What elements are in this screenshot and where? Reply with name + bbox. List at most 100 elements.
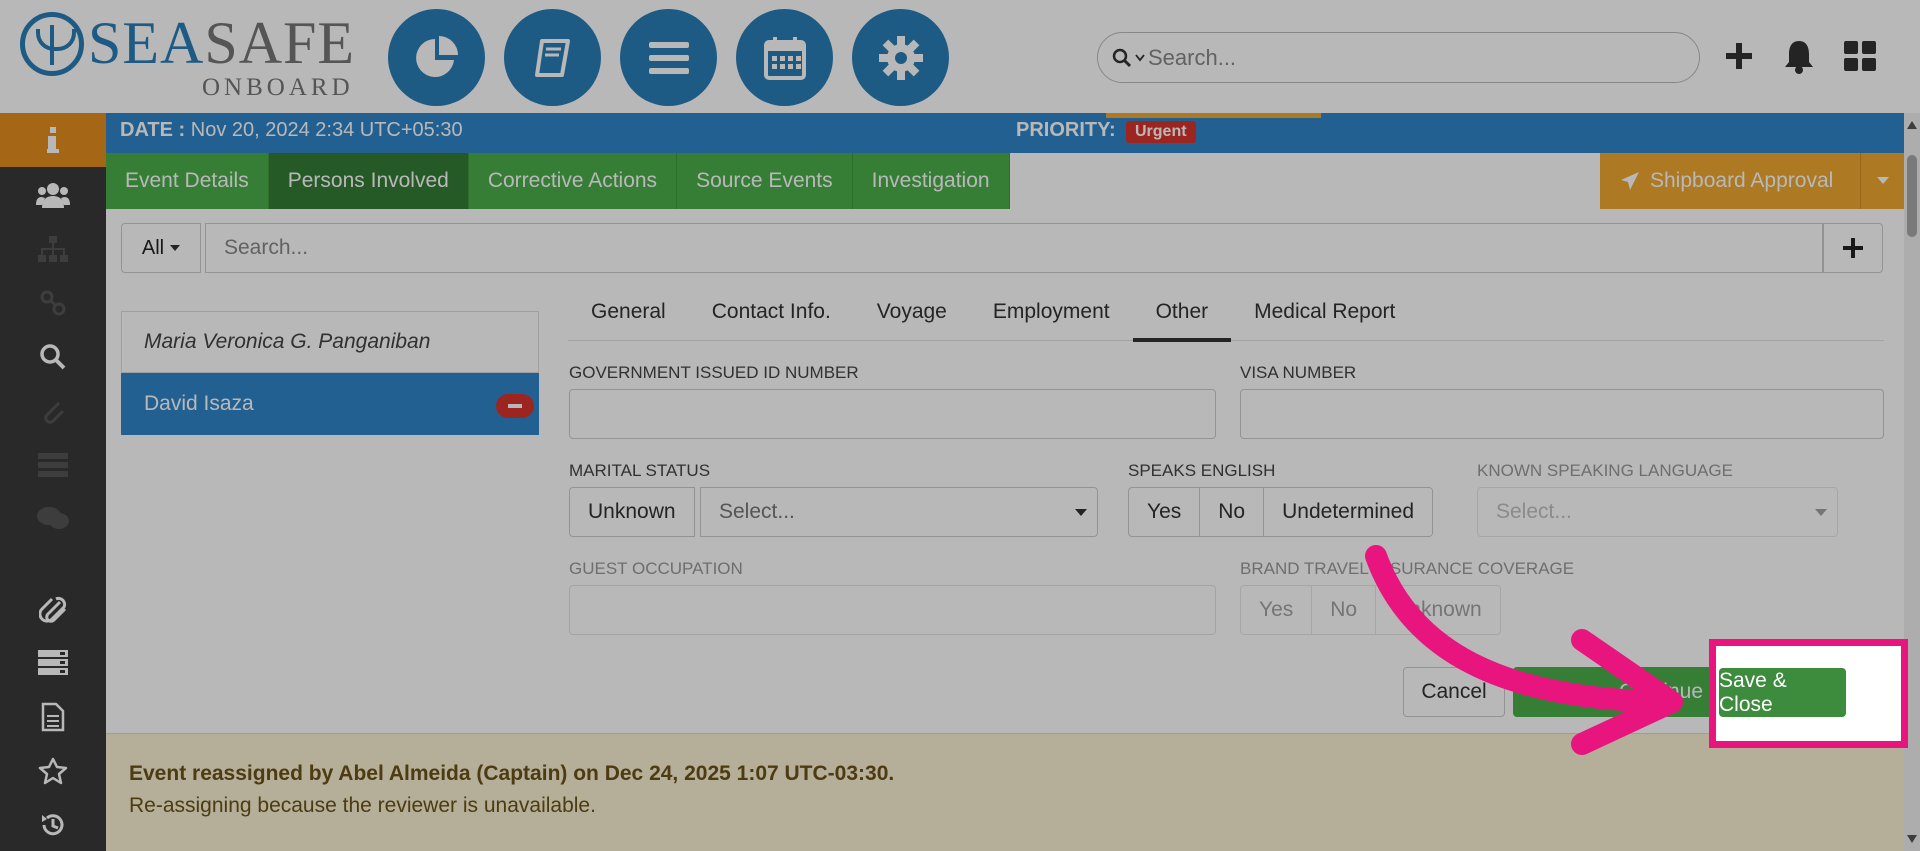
cancel-button[interactable]: Cancel (1403, 667, 1505, 717)
subtab-voyage[interactable]: Voyage (854, 283, 970, 341)
sidebar-item-links[interactable] (33, 285, 73, 321)
document-icon (41, 702, 65, 732)
marital-unknown-button[interactable]: Unknown (569, 487, 695, 537)
tab-corrective-actions[interactable]: Corrective Actions (468, 153, 678, 209)
gov-id-label: GOVERNMENT ISSUED ID NUMBER (569, 363, 859, 382)
tab-source-events[interactable]: Source Events (677, 153, 853, 209)
speaks-english-no[interactable]: No (1199, 487, 1265, 537)
dashboard-pie-icon (415, 35, 458, 77)
trident-logo-icon (20, 12, 84, 76)
logo-subtitle: ONBOARD (202, 74, 354, 101)
subtab-contact-info[interactable]: Contact Info. (689, 283, 854, 341)
search-scope-toggle[interactable] (1112, 48, 1148, 68)
logbook-icon (534, 38, 570, 77)
sidebar-item-search[interactable] (33, 339, 73, 375)
bell-icon (1785, 41, 1813, 74)
shipboard-approval-dropdown[interactable] (1860, 153, 1904, 209)
sidebar-item-chat[interactable] (33, 501, 73, 537)
subtab-other[interactable]: Other (1132, 283, 1232, 342)
caret-down-icon (170, 245, 181, 251)
users-icon (36, 183, 70, 208)
menu-list-icon (648, 41, 689, 74)
known-language-select[interactable]: Select... (1477, 487, 1838, 537)
marital-status-label: MARITAL STATUS (569, 461, 711, 480)
vertical-scrollbar[interactable] (1904, 113, 1920, 851)
shipboard-approval-action[interactable]: Shipboard Approval (1600, 153, 1860, 209)
subtab-employment[interactable]: Employment (970, 283, 1133, 341)
logo-word-safe: SAFE (204, 10, 356, 76)
apps-button[interactable] (1840, 36, 1880, 76)
gov-id-input[interactable] (569, 389, 1216, 439)
guest-occupation-input[interactable] (569, 585, 1216, 635)
sidebar-item-history[interactable] (33, 807, 73, 843)
sidebar-item-info[interactable] (0, 113, 106, 167)
sidebar-item-paperclip[interactable] (33, 591, 73, 627)
list-icon (38, 453, 68, 477)
filter-all-dropdown[interactable]: All (121, 223, 201, 273)
search-icon (1112, 48, 1132, 67)
add-person-button[interactable] (1823, 223, 1883, 273)
sidebar-item-attachments[interactable] (33, 393, 73, 429)
insurance-label: BRAND TRAVEL INSURANCE COVERAGE (1240, 559, 1575, 578)
logbook-nav-button[interactable] (504, 9, 601, 106)
tab-investigation[interactable]: Investigation (852, 153, 1010, 209)
logo-word-sea: SEA (88, 10, 205, 76)
global-search-input[interactable] (1148, 44, 1699, 71)
main-content: DATE : Nov 20, 2024 2:34 UTC+05:30 PRIOR… (106, 113, 1904, 851)
settings-gear-icon (878, 35, 923, 80)
tab-event-details[interactable]: Event Details (106, 153, 269, 209)
search-icon (40, 344, 66, 370)
filter-all-label: All (141, 236, 165, 259)
subtab-medical-report[interactable]: Medical Report (1231, 283, 1418, 341)
visa-label: VISA NUMBER (1240, 363, 1357, 382)
sidebar-item-documents[interactable] (33, 699, 73, 735)
sidebar-item-list[interactable] (33, 447, 73, 483)
plus-icon (1843, 238, 1863, 258)
list-item[interactable]: Maria Veronica G. Panganiban (121, 311, 539, 373)
insurance-group: Yes No Unknown (1240, 585, 1501, 635)
priority-badge: Urgent (1126, 121, 1196, 143)
date-value: Nov 20, 2024 2:34 UTC+05:30 (190, 119, 463, 141)
shipboard-approval-button[interactable]: Shipboard Approval (1600, 153, 1904, 209)
guest-occupation-label: GUEST OCCUPATION (569, 559, 743, 578)
subtab-general[interactable]: General (568, 283, 689, 341)
insurance-yes[interactable]: Yes (1240, 585, 1313, 635)
speaks-english-yes[interactable]: Yes (1128, 487, 1201, 537)
speaks-english-group: Yes No Undetermined (1128, 487, 1434, 537)
marital-status-group: Unknown (569, 487, 695, 537)
sidebar-item-persons[interactable] (33, 177, 73, 213)
sidebar-item-org[interactable] (33, 231, 73, 267)
add-new-button[interactable] (1719, 36, 1759, 76)
chat-icon (37, 507, 69, 529)
calendar-nav-button[interactable] (736, 9, 833, 106)
sidebar-item-favorites[interactable] (33, 753, 73, 789)
visa-input[interactable] (1240, 389, 1884, 439)
logo-wordmark: SEASAFE (88, 12, 355, 74)
sidebar-item-stack[interactable] (33, 645, 73, 681)
person-filter-row: All (121, 223, 1883, 273)
link-icon (40, 290, 66, 316)
marital-status-select[interactable]: Select... (700, 487, 1098, 537)
reassignment-notice: Event reassigned by Abel Almeida (Captai… (106, 733, 1904, 851)
seasafe-logo[interactable]: SEASAFE ONBOARD (20, 12, 354, 101)
remove-person-button[interactable] (496, 394, 534, 418)
dashboard-nav-button[interactable] (388, 9, 485, 106)
global-search[interactable] (1097, 32, 1700, 83)
person-search-input[interactable] (205, 223, 1823, 273)
scrollbar-thumb[interactable] (1907, 155, 1917, 237)
save-continue-button[interactable]: Continue (1513, 667, 1721, 717)
speaks-english-undetermined[interactable]: Undetermined (1263, 487, 1434, 537)
tab-persons-involved[interactable]: Persons Involved (268, 153, 469, 209)
notice-title: Event reassigned by Abel Almeida (Captai… (129, 762, 895, 785)
notifications-button[interactable] (1779, 36, 1819, 76)
list-item[interactable]: David Isaza (121, 373, 539, 435)
scroll-down-arrow[interactable] (1907, 835, 1917, 843)
menu-nav-button[interactable] (620, 9, 717, 106)
scroll-up-arrow[interactable] (1907, 121, 1917, 129)
insurance-unknown[interactable]: Unknown (1375, 585, 1501, 635)
notice-body: Re-assigning because the reviewer is una… (129, 794, 596, 817)
save-close-button[interactable]: Save & Close (1719, 668, 1846, 717)
caret-down-icon (1075, 509, 1087, 516)
insurance-no[interactable]: No (1311, 585, 1377, 635)
settings-nav-button[interactable] (852, 9, 949, 106)
